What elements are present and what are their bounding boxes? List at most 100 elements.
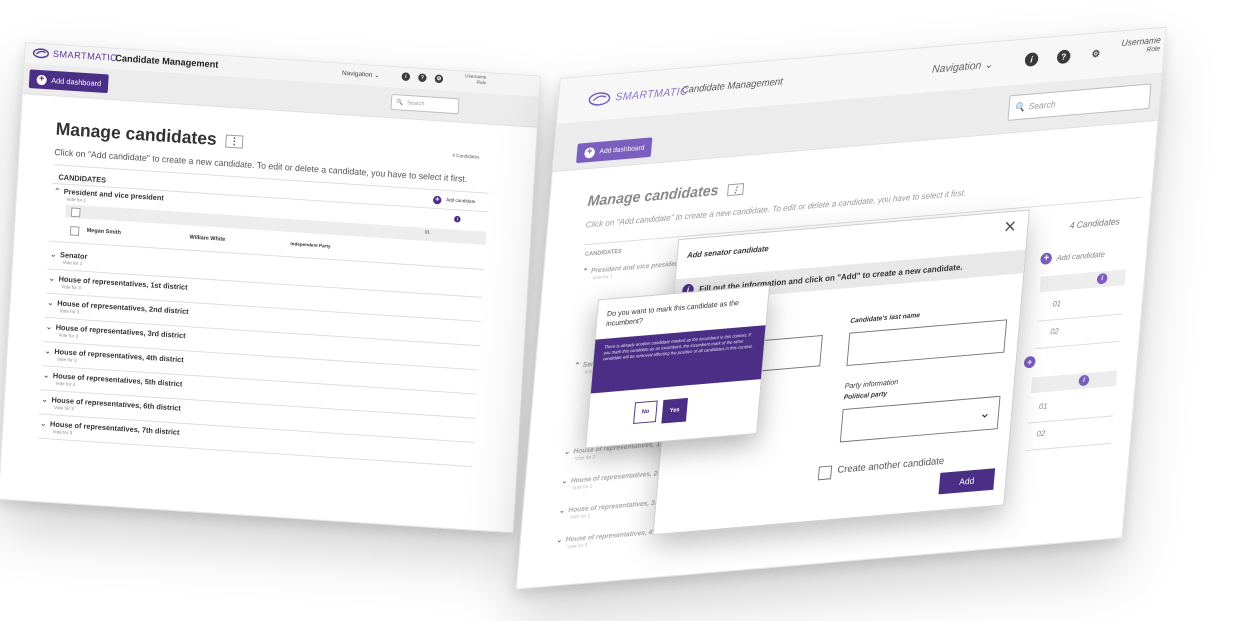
page-title: Manage candidates ⋮ (55, 120, 244, 153)
table-header (1039, 269, 1126, 293)
close-icon[interactable]: × (1003, 213, 1017, 240)
user-role: Role (476, 79, 487, 86)
info-icon[interactable]: i (401, 72, 411, 82)
right-screen: SMARTMATIC Candidate Management Navigati… (515, 26, 1167, 590)
more-options-icon[interactable]: ⋮ (225, 134, 244, 149)
dialog-question: Do you want to mark this candidate as th… (605, 298, 740, 328)
app-title: Candidate Management (681, 76, 784, 96)
section-title[interactable]: ⌃ President and vice president (581, 259, 681, 275)
page-instructions: Click on "Add candidate" to create a new… (54, 147, 468, 185)
logo-swoosh-icon (588, 92, 611, 106)
add-button[interactable]: Add (938, 468, 996, 495)
no-button[interactable]: No (633, 400, 658, 424)
navigation-label: Navigation (931, 59, 982, 76)
incumbent-dialog: Do you want to mark this candidate as th… (585, 284, 770, 449)
id-cell: 01 (424, 229, 431, 236)
mockup-scene: SMARTMATIC Candidate Management Navigati… (0, 0, 1256, 621)
search-icon: 🔍 (1013, 101, 1026, 113)
gear-icon[interactable]: ⚙ (434, 74, 444, 84)
section-vote-for: Vote for 1 (66, 196, 87, 204)
add-dashboard-button[interactable]: + Add dashboard (28, 69, 110, 94)
search-input[interactable]: 🔍 Search (390, 93, 460, 115)
yes-button[interactable]: Yes (661, 397, 688, 424)
plus-icon[interactable]: + (1023, 355, 1036, 369)
chevron-up-icon: ⌃ (581, 268, 588, 276)
add-candidate-label: Add candidate (445, 197, 476, 205)
help-icon[interactable]: ? (417, 73, 427, 83)
chevron-down-icon: ⌄ (373, 72, 380, 80)
party-info-heading: Party information (844, 377, 899, 391)
dialog-warning: There is already another candidate marke… (590, 325, 766, 394)
chevron-down-icon: ⌄ (558, 507, 565, 515)
section-vote-for: Vote for 2 (571, 483, 593, 492)
info-icon[interactable]: i (1024, 52, 1039, 67)
search-placeholder: Search (406, 100, 425, 107)
id-cell: 01 (1052, 299, 1062, 309)
row-checkbox[interactable] (69, 226, 80, 236)
candidates-header: CANDIDATES (584, 248, 623, 258)
navigation-menu[interactable]: Navigation ⌄ (342, 69, 380, 79)
chevron-down-icon: ⌄ (561, 478, 568, 486)
app-title: Candidate Management (114, 53, 219, 71)
divider (1025, 442, 1111, 452)
section-vote-for: Vote for 2 (574, 454, 596, 462)
section-vote-for: Vote for 1 (62, 260, 83, 267)
section-vote-for: Vote for 3 (56, 356, 77, 364)
divider (49, 240, 485, 270)
search-input[interactable]: 🔍 Search (1007, 83, 1152, 121)
plus-icon: + (432, 195, 442, 205)
candidate-count: 4 Candidates (452, 153, 480, 161)
chevron-down-icon: ⌄ (45, 322, 53, 332)
chevron-down-icon: ⌄ (42, 370, 50, 380)
divider (1036, 313, 1123, 322)
navigation-label: Navigation (341, 70, 373, 79)
more-options-icon[interactable]: ⋮ (727, 183, 744, 197)
section-vote-for: Vote for 3 (53, 405, 74, 413)
create-another-label: Create another candidate (836, 455, 945, 476)
table-header (65, 204, 487, 245)
id-cell: 02 (1049, 326, 1059, 337)
divider (1028, 415, 1114, 424)
brand-logo: SMARTMATIC (32, 47, 118, 64)
section-vote-for: Vote for 3 (52, 429, 73, 437)
user-menu[interactable]: Username Role (457, 74, 487, 86)
political-party-label: Political party (843, 390, 888, 402)
candidate-name: Megan Smith (86, 228, 122, 236)
id-cell: 01 (1038, 401, 1048, 412)
help-icon[interactable]: ? (1056, 49, 1071, 65)
divider (37, 437, 473, 468)
user-menu[interactable]: Username Role (1112, 35, 1161, 57)
last-name-label: Candidate's last name (850, 312, 921, 325)
chevron-down-icon: ⌄ (47, 298, 54, 308)
last-name-field[interactable] (846, 319, 1008, 367)
brand-name: SMARTMATIC (52, 48, 118, 64)
add-dashboard-button[interactable]: + Add dashboard (576, 137, 653, 164)
chevron-down-icon: ⌄ (41, 395, 49, 404)
add-candidate-button[interactable]: + Add candidate (1032, 245, 1113, 267)
navigation-menu[interactable]: Navigation ⌄ (932, 58, 994, 76)
running-mate-name: William White (189, 234, 226, 243)
section-vote-for: Vote for 3 (58, 332, 79, 340)
plus-icon: + (36, 74, 48, 85)
candidate-count: 4 Candidates (1069, 216, 1121, 231)
chevron-down-icon: ⌄ (978, 404, 992, 421)
info-icon[interactable]: i (453, 215, 461, 223)
section-title: ⌄ Senator (49, 249, 88, 261)
search-icon: 🔍 (396, 99, 404, 106)
plus-icon: + (1040, 252, 1053, 265)
add-candidate-label: Add candidate (1056, 249, 1106, 263)
left-screen: SMARTMATIC Candidate Management Navigati… (0, 42, 541, 534)
add-dashboard-label: Add dashboard (51, 75, 102, 88)
chevron-up-icon: ⌃ (53, 186, 61, 196)
create-another-checkbox[interactable] (817, 465, 833, 481)
political-party-select[interactable]: ⌄ (839, 395, 1001, 443)
page-title: Manage candidates ⋮ (587, 180, 744, 210)
id-cell: 02 (1036, 428, 1046, 439)
search-placeholder: Search (1028, 99, 1057, 112)
gear-icon[interactable]: ⚙ (1089, 47, 1103, 62)
chevron-down-icon: ⌄ (983, 58, 994, 72)
select-all-checkbox[interactable] (70, 207, 81, 218)
modal-title: Add senator candidate (686, 244, 770, 260)
add-candidate-button[interactable]: + Add candidate (429, 194, 479, 208)
section-vote-for: Vote for 3 (55, 381, 76, 388)
